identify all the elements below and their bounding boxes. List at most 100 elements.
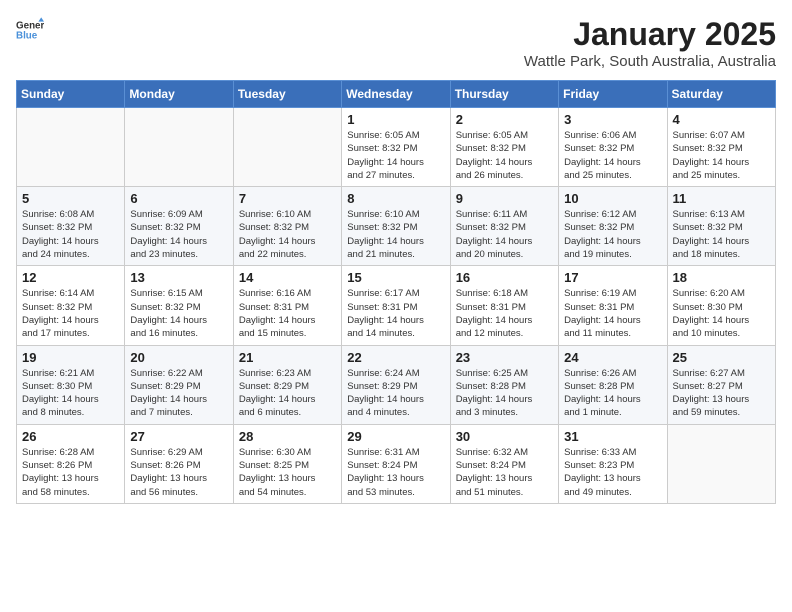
day-info: Sunrise: 6:18 AM Sunset: 8:31 PM Dayligh… [456, 287, 553, 340]
calendar-cell: 9 Sunrise: 6:11 AM Sunset: 8:32 PM Daylig… [450, 187, 558, 266]
week-row-4: 19 Sunrise: 6:21 AM Sunset: 8:30 PM Dayli… [17, 345, 776, 424]
week-row-3: 12 Sunrise: 6:14 AM Sunset: 8:32 PM Dayli… [17, 266, 776, 345]
month-title: January 2025 [524, 16, 776, 53]
day-number: 2 [456, 112, 553, 127]
day-number: 19 [22, 350, 119, 365]
week-row-5: 26Sunrise: 6:28 AM Sunset: 8:26 PM Dayli… [17, 424, 776, 503]
day-info: Sunrise: 6:28 AM Sunset: 8:26 PM Dayligh… [22, 446, 119, 499]
day-number: 21 [239, 350, 336, 365]
day-info: Sunrise: 6:10 AM Sunset: 8:32 PM Dayligh… [347, 208, 444, 261]
day-info: Sunrise: 6:17 AM Sunset: 8:31 PM Dayligh… [347, 287, 444, 340]
calendar-cell: 25 Sunrise: 6:27 AM Sunset: 8:27 PM Dayli… [667, 345, 775, 424]
calendar-cell: 29Sunrise: 6:31 AM Sunset: 8:24 PM Dayli… [342, 424, 450, 503]
calendar-table: SundayMondayTuesdayWednesdayThursdayFrid… [16, 80, 776, 504]
calendar-cell: 31 Sunrise: 6:33 AM Sunset: 8:23 PM Dayli… [559, 424, 667, 503]
calendar-cell: 19 Sunrise: 6:21 AM Sunset: 8:30 PM Dayli… [17, 345, 125, 424]
day-number: 31 [564, 429, 661, 444]
weekday-header-thursday: Thursday [450, 81, 558, 108]
calendar-cell: 4 Sunrise: 6:07 AM Sunset: 8:32 PM Daylig… [667, 108, 775, 187]
week-row-1: 1 Sunrise: 6:05 AM Sunset: 8:32 PM Daylig… [17, 108, 776, 187]
calendar-cell: 5Sunrise: 6:08 AM Sunset: 8:32 PM Daylig… [17, 187, 125, 266]
day-number: 9 [456, 191, 553, 206]
day-number: 30 [456, 429, 553, 444]
calendar-cell: 28Sunrise: 6:30 AM Sunset: 8:25 PM Dayli… [233, 424, 341, 503]
day-info: Sunrise: 6:05 AM Sunset: 8:32 PM Dayligh… [456, 129, 553, 182]
day-info: Sunrise: 6:26 AM Sunset: 8:28 PM Dayligh… [564, 367, 661, 420]
day-info: Sunrise: 6:05 AM Sunset: 8:32 PM Dayligh… [347, 129, 444, 182]
day-number: 13 [130, 270, 227, 285]
day-info: Sunrise: 6:16 AM Sunset: 8:31 PM Dayligh… [239, 287, 336, 340]
weekday-header-row: SundayMondayTuesdayWednesdayThursdayFrid… [17, 81, 776, 108]
calendar-cell: 11Sunrise: 6:13 AM Sunset: 8:32 PM Dayli… [667, 187, 775, 266]
calendar-cell: 24Sunrise: 6:26 AM Sunset: 8:28 PM Dayli… [559, 345, 667, 424]
location-title: Wattle Park, South Australia, Australia [524, 53, 776, 70]
calendar-cell: 20 Sunrise: 6:22 AM Sunset: 8:29 PM Dayli… [125, 345, 233, 424]
logo-icon: General Blue [16, 16, 44, 44]
calendar-cell: 3Sunrise: 6:06 AM Sunset: 8:32 PM Daylig… [559, 108, 667, 187]
day-number: 4 [673, 112, 770, 127]
day-number: 14 [239, 270, 336, 285]
day-number: 15 [347, 270, 444, 285]
day-number: 10 [564, 191, 661, 206]
weekday-header-saturday: Saturday [667, 81, 775, 108]
logo: General Blue [16, 16, 44, 44]
weekday-header-tuesday: Tuesday [233, 81, 341, 108]
day-number: 11 [673, 191, 770, 206]
calendar-cell [667, 424, 775, 503]
day-info: Sunrise: 6:08 AM Sunset: 8:32 PM Dayligh… [22, 208, 119, 261]
day-info: Sunrise: 6:32 AM Sunset: 8:24 PM Dayligh… [456, 446, 553, 499]
day-info: Sunrise: 6:22 AM Sunset: 8:29 PM Dayligh… [130, 367, 227, 420]
day-number: 27 [130, 429, 227, 444]
calendar-cell: 15 Sunrise: 6:17 AM Sunset: 8:31 PM Dayli… [342, 266, 450, 345]
title-block: January 2025 Wattle Park, South Australi… [524, 16, 776, 70]
day-number: 6 [130, 191, 227, 206]
day-info: Sunrise: 6:15 AM Sunset: 8:32 PM Dayligh… [130, 287, 227, 340]
svg-text:Blue: Blue [16, 30, 38, 41]
day-info: Sunrise: 6:23 AM Sunset: 8:29 PM Dayligh… [239, 367, 336, 420]
day-number: 12 [22, 270, 119, 285]
calendar-cell: 23 Sunrise: 6:25 AM Sunset: 8:28 PM Dayli… [450, 345, 558, 424]
day-number: 17 [564, 270, 661, 285]
calendar-cell: 2 Sunrise: 6:05 AM Sunset: 8:32 PM Daylig… [450, 108, 558, 187]
day-number: 1 [347, 112, 444, 127]
day-number: 20 [130, 350, 227, 365]
day-info: Sunrise: 6:11 AM Sunset: 8:32 PM Dayligh… [456, 208, 553, 261]
day-info: Sunrise: 6:21 AM Sunset: 8:30 PM Dayligh… [22, 367, 119, 420]
calendar-cell [125, 108, 233, 187]
day-info: Sunrise: 6:07 AM Sunset: 8:32 PM Dayligh… [673, 129, 770, 182]
day-number: 8 [347, 191, 444, 206]
day-info: Sunrise: 6:25 AM Sunset: 8:28 PM Dayligh… [456, 367, 553, 420]
calendar-cell [17, 108, 125, 187]
day-number: 7 [239, 191, 336, 206]
calendar-cell: 21 Sunrise: 6:23 AM Sunset: 8:29 PM Dayli… [233, 345, 341, 424]
calendar-cell: 26Sunrise: 6:28 AM Sunset: 8:26 PM Dayli… [17, 424, 125, 503]
calendar-cell: 30 Sunrise: 6:32 AM Sunset: 8:24 PM Dayli… [450, 424, 558, 503]
calendar-cell: 12 Sunrise: 6:14 AM Sunset: 8:32 PM Dayli… [17, 266, 125, 345]
day-info: Sunrise: 6:33 AM Sunset: 8:23 PM Dayligh… [564, 446, 661, 499]
calendar-cell: 1 Sunrise: 6:05 AM Sunset: 8:32 PM Daylig… [342, 108, 450, 187]
day-info: Sunrise: 6:12 AM Sunset: 8:32 PM Dayligh… [564, 208, 661, 261]
day-info: Sunrise: 6:27 AM Sunset: 8:27 PM Dayligh… [673, 367, 770, 420]
day-number: 23 [456, 350, 553, 365]
day-number: 25 [673, 350, 770, 365]
weekday-header-sunday: Sunday [17, 81, 125, 108]
calendar-cell: 8 Sunrise: 6:10 AM Sunset: 8:32 PM Daylig… [342, 187, 450, 266]
calendar-cell: 6 Sunrise: 6:09 AM Sunset: 8:32 PM Daylig… [125, 187, 233, 266]
day-info: Sunrise: 6:09 AM Sunset: 8:32 PM Dayligh… [130, 208, 227, 261]
day-number: 29 [347, 429, 444, 444]
weekday-header-wednesday: Wednesday [342, 81, 450, 108]
day-number: 22 [347, 350, 444, 365]
calendar-cell: 10 Sunrise: 6:12 AM Sunset: 8:32 PM Dayli… [559, 187, 667, 266]
day-info: Sunrise: 6:14 AM Sunset: 8:32 PM Dayligh… [22, 287, 119, 340]
calendar-cell: 18 Sunrise: 6:20 AM Sunset: 8:30 PM Dayli… [667, 266, 775, 345]
day-info: Sunrise: 6:24 AM Sunset: 8:29 PM Dayligh… [347, 367, 444, 420]
weekday-header-friday: Friday [559, 81, 667, 108]
day-number: 3 [564, 112, 661, 127]
day-number: 16 [456, 270, 553, 285]
day-info: Sunrise: 6:20 AM Sunset: 8:30 PM Dayligh… [673, 287, 770, 340]
day-number: 18 [673, 270, 770, 285]
week-row-2: 5Sunrise: 6:08 AM Sunset: 8:32 PM Daylig… [17, 187, 776, 266]
calendar-cell: 17Sunrise: 6:19 AM Sunset: 8:31 PM Dayli… [559, 266, 667, 345]
calendar-cell [233, 108, 341, 187]
day-info: Sunrise: 6:29 AM Sunset: 8:26 PM Dayligh… [130, 446, 227, 499]
